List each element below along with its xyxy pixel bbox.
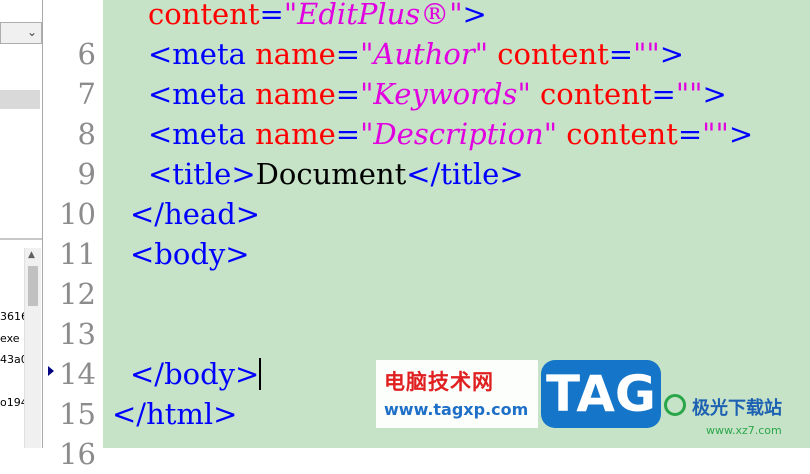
scroll-up-arrow-icon[interactable]: ▲: [28, 250, 35, 260]
aurora-logo-icon: [664, 394, 686, 416]
code-line-11[interactable]: <body>: [130, 234, 250, 274]
line-number: 8: [77, 117, 96, 151]
watermark-tag-logo: TAG: [541, 360, 661, 428]
panel-splitter[interactable]: [0, 238, 42, 240]
line-number: 9: [77, 157, 96, 191]
chevron-down-icon[interactable]: ⌄: [27, 25, 37, 39]
file-list-item[interactable]: exe: [0, 332, 20, 345]
file-list-scrollbar[interactable]: ▲: [24, 248, 41, 448]
line-number-gutter: 6 7 8 9 10 11 12 13 14 15 16: [48, 0, 103, 471]
watermark-title: 电脑技术网: [384, 370, 494, 394]
watermark-box: 电脑技术网 www.tagxp.com: [376, 360, 538, 428]
text-cursor: [259, 358, 262, 390]
line-number: 15: [59, 397, 96, 431]
watermark-site-url: www.xz7.com: [706, 424, 782, 437]
line-number: 13: [59, 317, 96, 351]
file-browser-panel: ⌄ 3616 exe 43a0 o194 ▲: [0, 0, 43, 448]
code-line-5[interactable]: content="EditPlus®">: [148, 0, 487, 34]
line-number: 10: [59, 197, 96, 231]
line-number: 11: [59, 237, 96, 271]
code-line-10[interactable]: </head>: [130, 194, 260, 234]
code-line-15[interactable]: </html>: [112, 394, 237, 434]
line-number: 14: [59, 357, 96, 391]
scrollbar-thumb[interactable]: [28, 266, 38, 306]
line-number: 6: [77, 37, 96, 71]
code-line-8[interactable]: <meta name="Description" content="">: [148, 114, 753, 154]
line-number: 12: [59, 277, 96, 311]
line-number: 16: [59, 437, 96, 471]
watermark-site-name: 极光下载站: [692, 398, 782, 419]
line-number: 7: [77, 77, 96, 111]
directory-dropdown[interactable]: ⌄: [0, 22, 42, 44]
code-line-6[interactable]: <meta name="Author" content="">: [148, 34, 684, 74]
code-line-7[interactable]: <meta name="Keywords" content="">: [148, 74, 727, 114]
code-line-14[interactable]: </body>: [130, 354, 262, 394]
code-line-9[interactable]: <title>Document</title>: [148, 154, 524, 194]
directory-selected-item[interactable]: [0, 90, 40, 109]
directory-tree[interactable]: [0, 48, 42, 238]
watermark-url: www.tagxp.com: [384, 400, 529, 419]
